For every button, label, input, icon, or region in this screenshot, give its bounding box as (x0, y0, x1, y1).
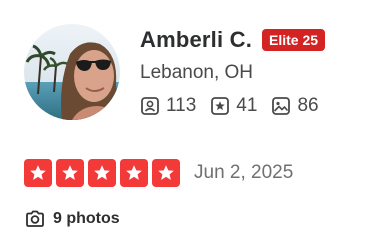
star-3 (88, 159, 116, 187)
reviews-stat: 41 (210, 95, 257, 117)
friends-icon (140, 96, 160, 116)
user-location: Lebanon, OH (140, 62, 254, 83)
user-name[interactable]: Amberli C. (140, 27, 252, 53)
reviews-icon (210, 96, 230, 116)
photos-stat: 86 (271, 95, 319, 117)
name-row: Amberli C. Elite 25 (140, 24, 365, 56)
photos-count: 86 (297, 95, 319, 116)
user-stats: 113 41 86 (140, 94, 365, 118)
avatar-photo (24, 24, 120, 120)
star-4 (120, 159, 148, 187)
elite-badge[interactable]: Elite 25 (262, 29, 326, 51)
star-5 (152, 159, 180, 187)
review-card: Amberli C. Elite 25 Lebanon, OH 113 41 8… (0, 0, 373, 252)
review-photos-link[interactable]: 9 photos (24, 207, 120, 231)
star-2 (56, 159, 84, 187)
avatar[interactable] (24, 24, 120, 120)
rating-row: Jun 2, 2025 (24, 158, 293, 188)
reviews-count: 41 (236, 95, 258, 116)
review-date: Jun 2, 2025 (194, 162, 294, 183)
star-1 (24, 159, 52, 187)
user-info: Amberli C. Elite 25 Lebanon, OH 113 41 8… (140, 24, 365, 118)
photos-label: 9 photos (53, 210, 120, 227)
camera-icon (24, 208, 46, 230)
friends-stat: 113 (140, 95, 196, 117)
photos-count-icon (271, 96, 291, 116)
star-rating (24, 159, 184, 187)
friends-count: 113 (166, 95, 197, 116)
